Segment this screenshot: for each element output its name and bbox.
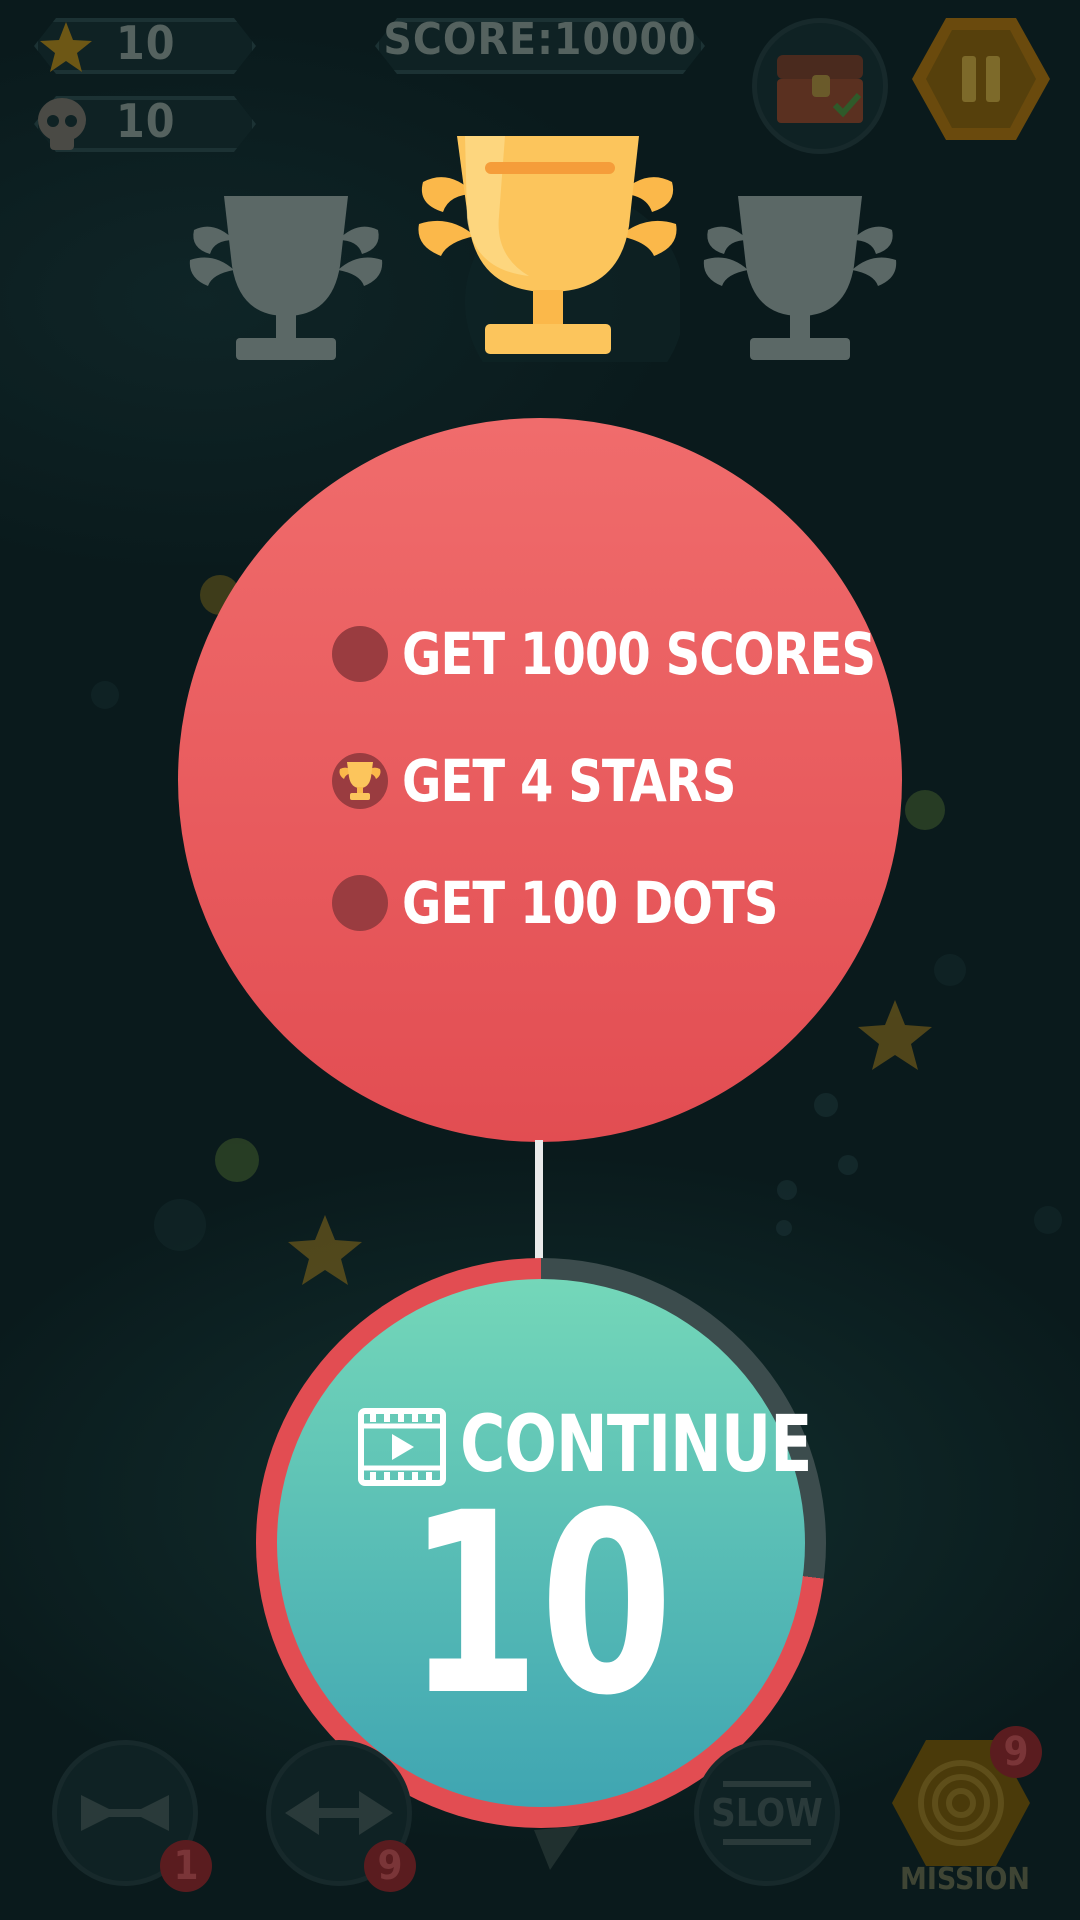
mission-status-incomplete-icon xyxy=(332,626,388,682)
trophy-right-icon xyxy=(703,196,897,360)
mission-item: GET 4 STARS xyxy=(332,747,765,815)
stars-count: 10 xyxy=(116,16,176,70)
mission-item: GET 1000 SCORES xyxy=(332,620,916,688)
bg-star-icon xyxy=(858,1000,932,1070)
bg-star-icon xyxy=(288,1215,362,1285)
mission-label: GET 1000 SCORES xyxy=(402,620,876,688)
mission-label: GET 100 DOTS xyxy=(402,869,778,937)
continue-countdown: 10 xyxy=(406,1459,674,1750)
slow-label: SLOW xyxy=(711,1791,823,1835)
pause-icon xyxy=(962,56,976,102)
slow-line-top xyxy=(723,1781,811,1787)
mission-badge: 9 xyxy=(990,1726,1042,1778)
mission-status-complete-icon xyxy=(332,753,388,809)
powerup-shrink-badge: 1 xyxy=(160,1840,212,1892)
mission-label: GET 4 STARS xyxy=(402,747,736,815)
slow-line-bottom xyxy=(723,1839,811,1845)
treasure-chest-icon xyxy=(777,55,863,123)
mission-status-incomplete-icon xyxy=(332,875,388,931)
treasure-chest-button[interactable] xyxy=(752,18,888,154)
score-text: SCORE:10000 xyxy=(383,14,697,65)
mission-item: GET 100 DOTS xyxy=(332,869,810,937)
pause-button[interactable] xyxy=(910,16,1052,142)
trophy-center-icon xyxy=(418,136,680,362)
direction-arrow-icon xyxy=(534,1826,580,1870)
trophy-check-icon xyxy=(339,762,381,800)
mission-label-text: MISSION xyxy=(900,1862,1030,1897)
star-icon xyxy=(40,22,92,72)
skull-icon xyxy=(38,98,86,150)
powerup-slow-button[interactable]: SLOW xyxy=(694,1740,840,1886)
powerup-widen-badge: 9 xyxy=(364,1840,416,1892)
deaths-count: 10 xyxy=(116,94,176,148)
trophy-left-icon xyxy=(189,196,383,360)
